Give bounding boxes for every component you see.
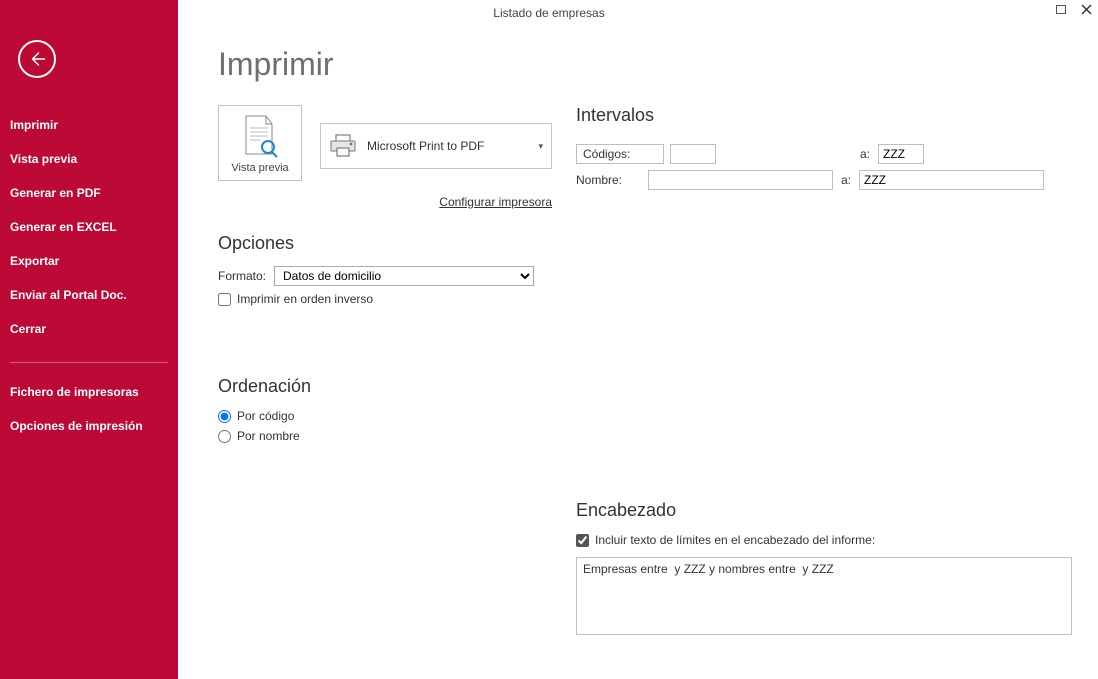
back-button[interactable] [18,40,56,78]
window-title: Listado de empresas [493,6,604,20]
opciones-heading: Opciones [218,233,552,254]
maximize-icon[interactable] [1056,2,1067,18]
codigos-label: Códigos: [576,144,664,164]
sidebar-item-imprimir[interactable]: Imprimir [0,108,178,142]
encabezado-textarea[interactable] [576,557,1072,635]
sidebar-item-generar-pdf[interactable]: Generar en PDF [0,176,178,210]
main-panel: Imprimir Vista previa [178,26,1098,679]
sidebar-separator [10,362,168,363]
arrow-left-icon [28,50,46,68]
sidebar-item-cerrar[interactable]: Cerrar [0,312,178,346]
intervalos-heading: Intervalos [576,105,1072,126]
codigos-to-input[interactable] [878,144,924,164]
formato-select[interactable]: Datos de domicilio [274,266,534,286]
a-label-1: a: [858,147,872,161]
sidebar-item-opciones-impresion[interactable]: Opciones de impresión [0,409,178,443]
nombre-label: Nombre: [576,170,642,190]
ordenacion-heading: Ordenación [218,376,552,397]
por-codigo-radio[interactable] [218,410,231,423]
close-icon[interactable] [1081,2,1092,18]
page-title: Imprimir [218,46,1072,83]
sidebar-item-fichero-impresoras[interactable]: Fichero de impresoras [0,375,178,409]
sidebar-item-exportar[interactable]: Exportar [0,244,178,278]
vista-previa-label: Vista previa [223,162,297,174]
nombre-to-input[interactable] [859,170,1044,190]
sidebar-item-generar-excel[interactable]: Generar en EXCEL [0,210,178,244]
sidebar-item-enviar-portal[interactable]: Enviar al Portal Doc. [0,278,178,312]
nombre-from-input[interactable] [648,170,833,190]
sidebar: Imprimir Vista previa Generar en PDF Gen… [0,0,178,679]
orden-inverso-checkbox[interactable] [218,293,231,306]
vista-previa-button[interactable]: Vista previa [218,105,302,181]
sidebar-item-vista-previa[interactable]: Vista previa [0,142,178,176]
por-nombre-label: Por nombre [237,429,300,443]
printer-icon [329,134,357,158]
por-codigo-label: Por código [237,409,294,423]
a-label-2: a: [839,173,853,187]
chevron-down-icon: ▾ [538,141,543,152]
encabezado-heading: Encabezado [576,500,1072,521]
formato-label: Formato: [218,269,266,283]
codigos-from-input[interactable] [670,144,716,164]
printer-selector[interactable]: Microsoft Print to PDF ▾ [320,123,552,169]
por-nombre-radio[interactable] [218,430,231,443]
configurar-impresora-link[interactable]: Configurar impresora [439,195,552,209]
printer-name: Microsoft Print to PDF [367,139,538,153]
orden-inverso-label: Imprimir en orden inverso [237,292,373,306]
incluir-texto-checkbox[interactable] [576,534,589,547]
incluir-texto-label: Incluir texto de límites en el encabezad… [595,533,875,547]
document-preview-icon [240,114,280,158]
